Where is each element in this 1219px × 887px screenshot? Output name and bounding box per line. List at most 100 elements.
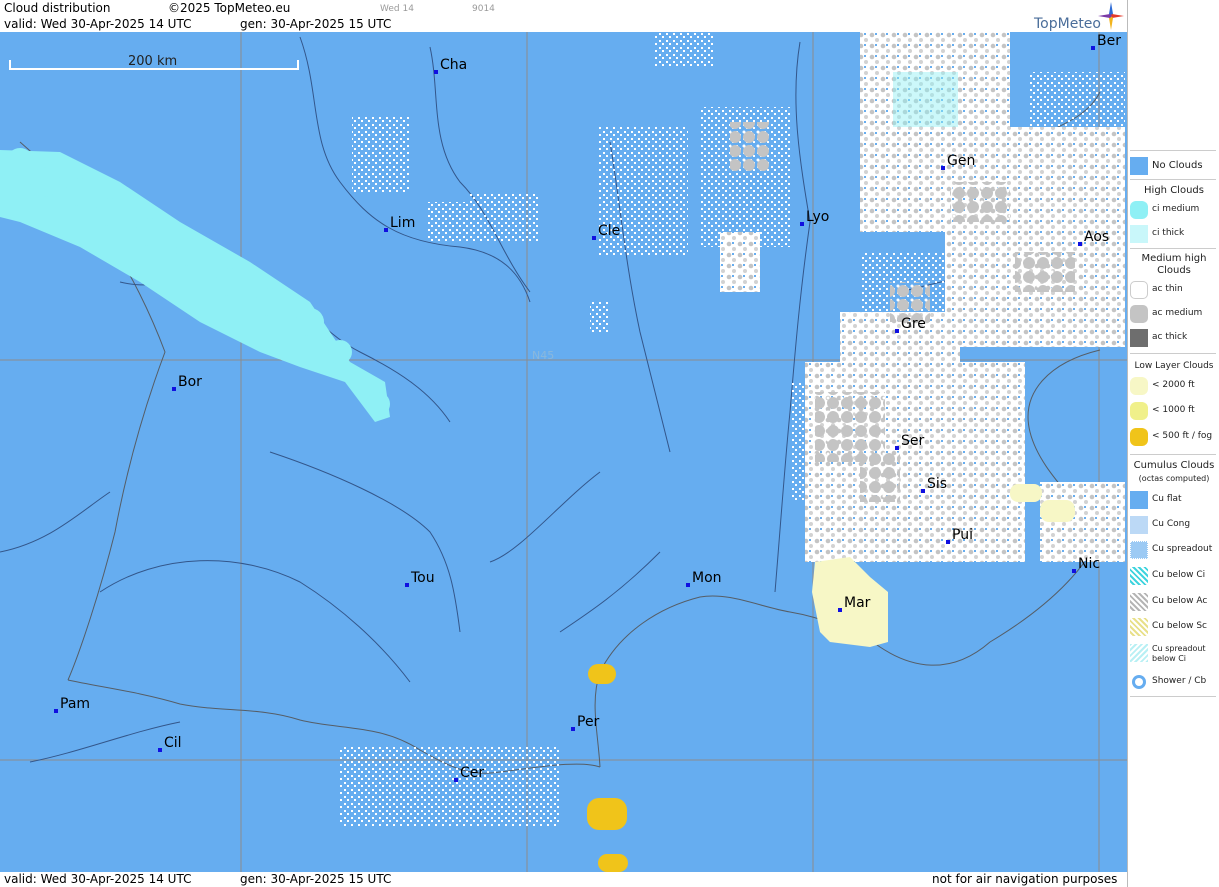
fog-swatch [1130, 428, 1148, 446]
ci-medium-swatch [1130, 201, 1148, 219]
city-label: Lyo [806, 209, 829, 225]
topmeteo-logo-text: TopMeteo [1034, 16, 1101, 32]
footer-generated-time: gen: 30-Apr-2025 15 UTC [240, 872, 392, 886]
map-footer: valid: Wed 30-Apr-2025 14 UTC gen: 30-Ap… [0, 872, 1127, 887]
city-marker [405, 583, 409, 587]
city-label: Cer [460, 765, 484, 781]
city-label: Mon [692, 570, 722, 586]
cloud-map[interactable]: N45 200 km Ber Cha Gen Lim Cle Lyo Aos G… [0, 32, 1127, 872]
legend-ci-medium: ci medium [1130, 199, 1218, 221]
city-label: Cha [440, 57, 467, 73]
city-label: Per [577, 714, 600, 730]
city-marker [895, 329, 899, 333]
city-label: Lim [390, 215, 415, 231]
city-label: Gre [901, 316, 926, 332]
legend-cu-spread-below-ci: Cu spreadout below Ci [1130, 642, 1218, 668]
city-bor: Bor [172, 374, 202, 391]
legend-no-clouds: No Clouds [1130, 155, 1218, 177]
city-label: Tou [410, 570, 435, 586]
city-marker [800, 222, 804, 226]
city-lyo: Lyo [800, 209, 829, 226]
ac-medium-swatch [1130, 305, 1148, 323]
cu-cong-swatch [1130, 516, 1148, 534]
city-marker [1091, 46, 1095, 50]
city-label: Ber [1097, 33, 1121, 49]
city-label: Bor [178, 374, 202, 390]
compass-star-icon [1098, 2, 1124, 30]
legend-low-title: Low Layer Clouds [1134, 361, 1214, 371]
city-marker [941, 166, 945, 170]
city-label: Cil [164, 735, 182, 751]
city-marker [946, 540, 950, 544]
fog-patch [588, 664, 616, 684]
city-marker [592, 236, 596, 240]
scale-label: 200 km [128, 54, 177, 69]
legend-cu-spreadout: Cu spreadout [1130, 539, 1218, 561]
legend-ac-medium: ac medium [1130, 303, 1218, 325]
low-1000-swatch [1130, 402, 1148, 420]
city-cil: Cil [158, 735, 182, 752]
city-ber: Ber [1091, 33, 1121, 50]
shower-cb-icon [1130, 673, 1148, 691]
fog-patch [587, 798, 627, 830]
city-per: Per [571, 714, 600, 731]
cu-spreadout-swatch [1130, 541, 1148, 559]
city-marker [384, 228, 388, 232]
cu-flat-swatch [1130, 491, 1148, 509]
legend-low-500: < 500 ft / fog [1130, 426, 1218, 448]
city-marker [454, 778, 458, 782]
city-lim: Lim [384, 215, 415, 232]
disclaimer: not for air navigation purposes [932, 872, 1118, 886]
ac-thick-swatch [1130, 329, 1148, 347]
legend-shower: Shower / Cb [1130, 671, 1218, 693]
city-label: Pui [952, 527, 973, 543]
legend-cu-cong: Cu Cong [1130, 514, 1218, 536]
city-label: Mar [844, 595, 871, 611]
latitude-label: N45 [532, 349, 554, 362]
city-marker [54, 709, 58, 713]
no-clouds-swatch [1130, 157, 1148, 175]
legend-high-title: High Clouds [1144, 185, 1204, 196]
city-label: Ser [901, 433, 925, 449]
city-marker [571, 727, 575, 731]
city-marker [838, 608, 842, 612]
city-marker [172, 387, 176, 391]
map-title: Cloud distribution [4, 1, 111, 15]
copyright: ©2025 TopMeteo.eu [168, 1, 291, 15]
legend-cu-below-sc: Cu below Sc [1130, 616, 1218, 638]
city-label: Pam [60, 696, 90, 712]
generated-time: gen: 30-Apr-2025 15 UTC [240, 17, 392, 31]
legend-cu-below-ac: Cu below Ac [1130, 591, 1218, 613]
city-label: Cle [598, 223, 620, 239]
city-cha: Cha [434, 57, 467, 74]
city-label: Nic [1078, 556, 1100, 572]
city-marker [1078, 242, 1082, 246]
cu-below-ci-patch [893, 72, 958, 127]
cu-below-ci-swatch [1130, 567, 1148, 585]
scale-bar: 200 km [9, 54, 299, 70]
city-label: Sis [927, 476, 947, 492]
map-header: Cloud distribution ©2025 TopMeteo.eu val… [0, 0, 1127, 32]
legend-panel: No Clouds High Clouds ci medium ci thick… [1127, 0, 1219, 887]
low-cloud-patch [1040, 500, 1075, 522]
city-mon: Mon [686, 570, 722, 587]
city-marker [1072, 569, 1076, 573]
header-small-day: Wed 14 [380, 4, 414, 14]
ci-thick-swatch [1130, 225, 1148, 243]
low-cloud-patch [1010, 484, 1042, 502]
legend-cu-subtitle: (octas computed) [1138, 474, 1210, 483]
city-label: Gen [947, 153, 975, 169]
city-gen: Gen [941, 153, 975, 170]
valid-time: valid: Wed 30-Apr-2025 14 UTC [4, 17, 192, 31]
fog-patch [598, 854, 628, 872]
city-marker [895, 446, 899, 450]
city-marker [921, 489, 925, 493]
city-label: Aos [1084, 229, 1109, 245]
legend-medium-title: Medium high Clouds [1141, 253, 1207, 276]
legend-ci-thick: ci thick [1130, 223, 1218, 245]
legend-cu-title: Cumulus Clouds [1133, 460, 1215, 471]
legend-ac-thick: ac thick [1130, 327, 1218, 349]
city-marker [686, 583, 690, 587]
header-small-code: 9014 [472, 4, 495, 14]
city-pam: Pam [54, 696, 90, 713]
